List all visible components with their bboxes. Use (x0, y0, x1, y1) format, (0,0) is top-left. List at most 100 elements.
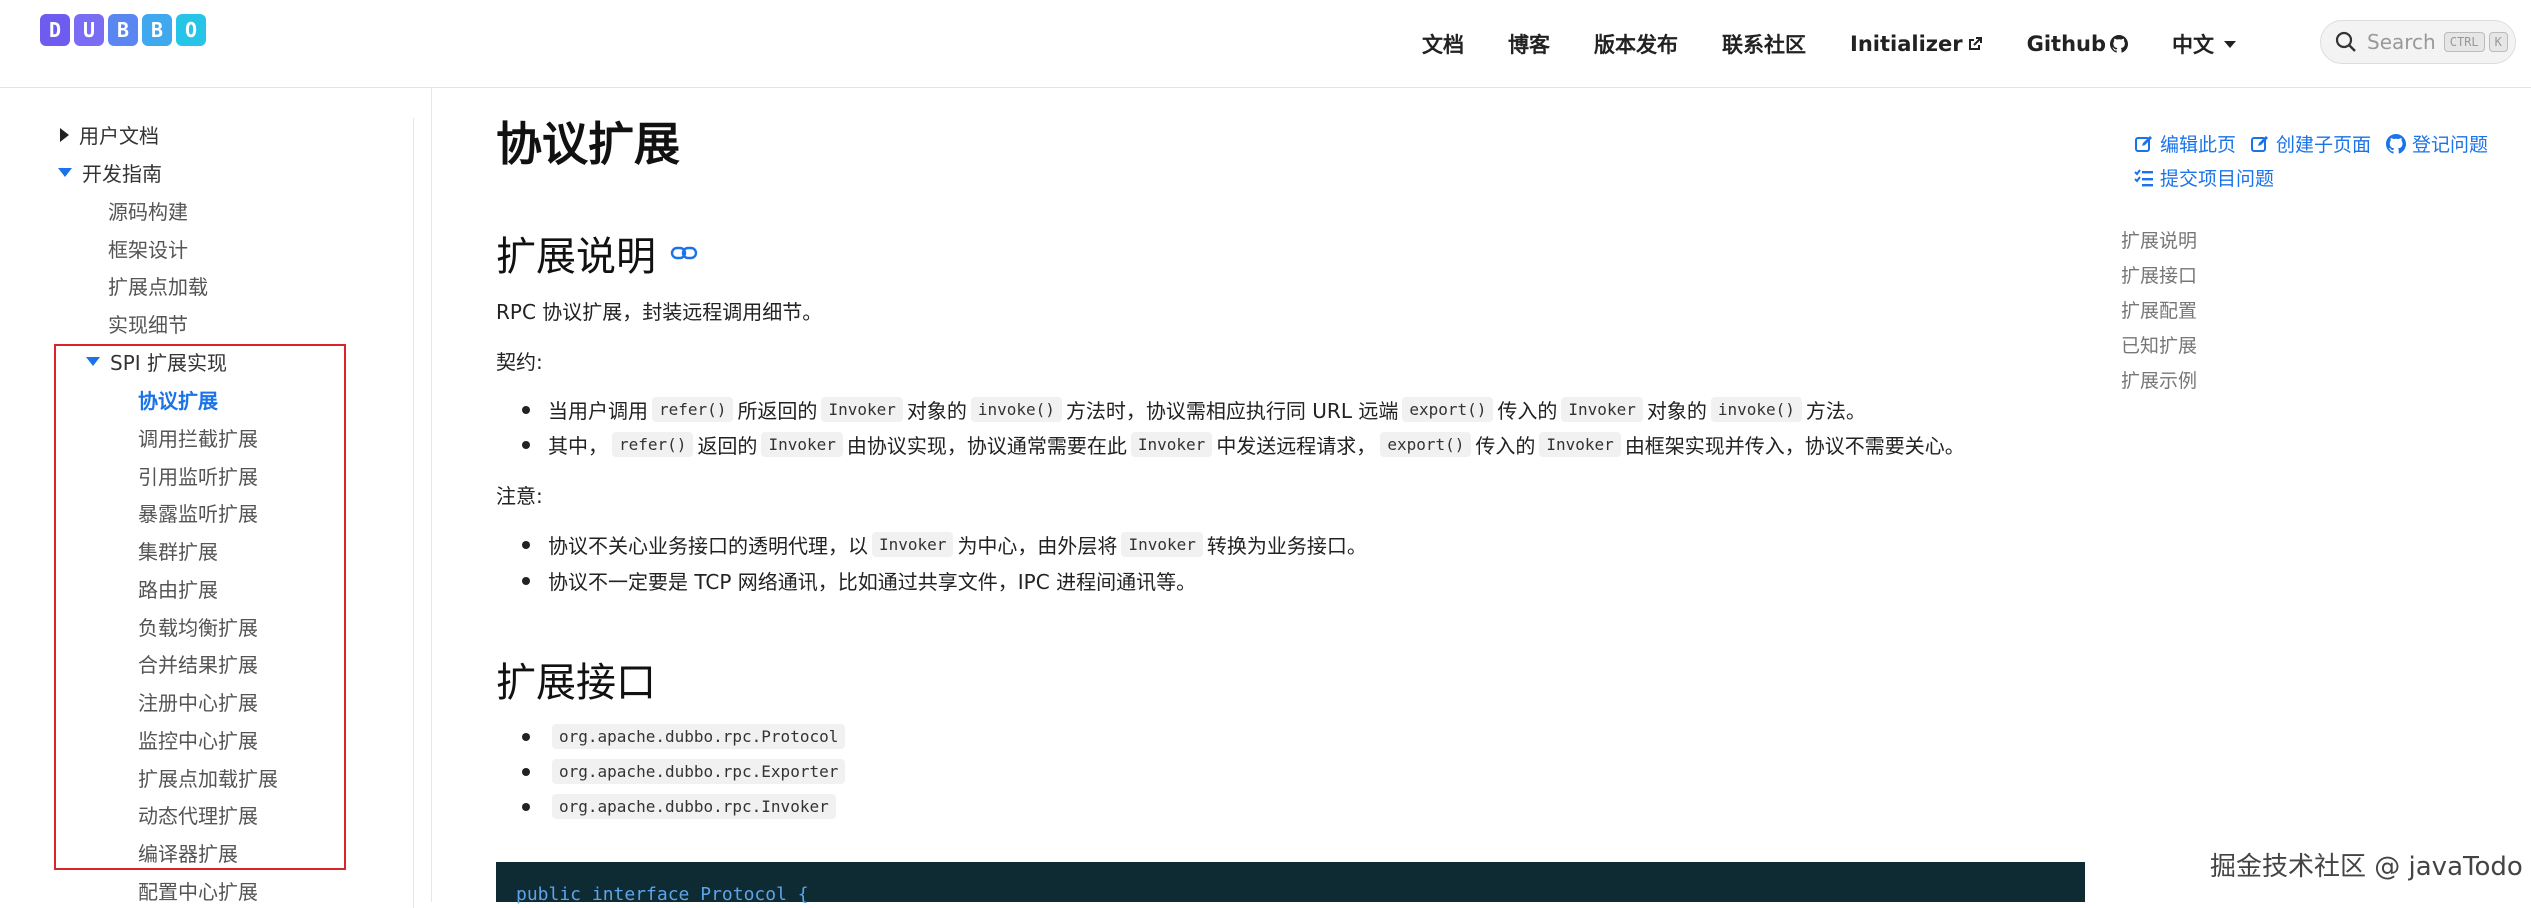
text: 转换为业务接口。 (1206, 534, 1367, 558)
inline-code: Invoker (821, 397, 903, 422)
sidebar-item-label: 框架设计 (108, 238, 188, 262)
text: 对象的 (906, 399, 967, 423)
bullet (522, 440, 530, 449)
text: 传入的 (1497, 399, 1558, 423)
bullet (522, 732, 530, 741)
list-item: 其中， refer() 返回的 Invoker 由协议实现，协议通常需要在此 I… (522, 430, 1965, 459)
sidebar-item-source-build[interactable]: 源码构建 (108, 196, 188, 225)
inline-code: export() (1402, 397, 1494, 422)
nav-label: Initializer (1850, 32, 1963, 56)
caret-down-icon (58, 168, 72, 177)
inline-code: refer() (612, 432, 694, 457)
sidebar-item-label: 用户文档 (79, 124, 159, 148)
text: 方法时，协议需相应执行同 URL 远端 (1065, 399, 1399, 423)
list-item: 协议不关心业务接口的透明代理，以 Invoker 为中心，由外层将 Invoke… (522, 530, 1367, 559)
text: 返回的 (697, 434, 758, 458)
inline-code: invoke() (970, 397, 1062, 422)
github-icon (2386, 133, 2406, 154)
caret-right-icon (60, 127, 69, 142)
nav-releases[interactable]: 版本发布 (1594, 29, 1678, 59)
inline-code: invoke() (1710, 397, 1802, 422)
nav-community[interactable]: 联系社区 (1722, 29, 1806, 59)
toc-item-interface[interactable]: 扩展接口 (2121, 261, 2197, 288)
inline-code: export() (1380, 432, 1472, 457)
bullet (522, 767, 530, 776)
action-label: 登记问题 (2412, 134, 2489, 156)
nav-language[interactable]: 中文 (2172, 29, 2236, 59)
sidebar-divider (413, 118, 414, 908)
edit-icon (2251, 135, 2268, 152)
inline-code: org.apache.dubbo.rpc.Invoker (552, 794, 836, 819)
text: 由协议实现，协议通常需要在此 (846, 434, 1127, 458)
nav-label: 博客 (1508, 33, 1550, 57)
github-icon (2110, 35, 2128, 53)
nav-blog[interactable]: 博客 (1508, 29, 1550, 59)
sidebar-item-config-center-ext[interactable]: 配置中心扩展 (138, 876, 258, 905)
tasks-icon (2134, 168, 2153, 186)
text: 对象的 (1646, 399, 1707, 423)
section-heading-interface: 扩展接口 (496, 650, 656, 708)
nav-label: 联系社区 (1722, 33, 1806, 57)
sidebar-item-label: 开发指南 (82, 162, 162, 186)
highlight-box (54, 344, 346, 870)
bullet (522, 576, 530, 585)
watermark: 掘金技术社区 @ javaTodo (2210, 852, 2523, 882)
list-item: org.apache.dubbo.rpc.Exporter (522, 759, 849, 784)
logo-letter: B (108, 14, 138, 46)
top-navbar: D U B B O 文档 博客 版本发布 联系社区 Initializer Gi… (0, 0, 2531, 88)
sidebar-item-user-docs[interactable]: 用户文档 (60, 120, 159, 149)
edit-page-link[interactable]: 编辑此页 (2134, 130, 2236, 157)
page-title: 协议扩展 (496, 117, 680, 171)
action-label: 提交项目问题 (2160, 168, 2275, 190)
anchor-link-icon[interactable] (670, 244, 698, 262)
inline-code: Invoker (872, 532, 954, 557)
toc-item-example[interactable]: 扩展示例 (2121, 366, 2197, 393)
list-item: 当用户调用 refer() 所返回的 Invoker 对象的 invoke() … (522, 395, 1866, 424)
sidebar-item-extension-loading[interactable]: 扩展点加载 (108, 271, 208, 300)
logo-letter: B (142, 14, 172, 46)
toc-item-known[interactable]: 已知扩展 (2121, 331, 2197, 358)
nav-label: 文档 (1422, 33, 1464, 57)
sidebar-item-label: 扩展点加载 (108, 275, 208, 299)
nav-initializer[interactable]: Initializer (1850, 32, 1983, 56)
nav-docs[interactable]: 文档 (1422, 29, 1464, 59)
search-box[interactable]: Search CTRL K (2320, 20, 2516, 64)
kbd-k: K (2488, 32, 2508, 52)
text: 中发送远程请求， (1216, 434, 1377, 458)
create-issue-link[interactable]: 登记问题 (2386, 130, 2488, 157)
inline-code: Invoker (1561, 397, 1643, 422)
edit-icon (2135, 135, 2152, 152)
list-item: org.apache.dubbo.rpc.Invoker (522, 794, 840, 819)
text: 协议不关心业务接口的透明代理，以 (548, 534, 868, 558)
desc-paragraph: RPC 协议扩展，封装远程调用细节。 (496, 300, 823, 324)
logo-letter: D (40, 14, 70, 46)
dubbo-logo[interactable]: D U B B O (40, 10, 206, 50)
action-label: 编辑此页 (2160, 134, 2237, 156)
sidebar-item-impl-details[interactable]: 实现细节 (108, 309, 188, 338)
toc-item-config[interactable]: 扩展配置 (2121, 296, 2197, 323)
text: 为中心，由外层将 (957, 534, 1118, 558)
inline-code: Invoker (1539, 432, 1621, 457)
inline-code: Invoker (761, 432, 843, 457)
bullet (522, 405, 530, 414)
sidebar-item-dev-guide[interactable]: 开发指南 (58, 158, 162, 187)
inline-code: refer() (652, 397, 734, 422)
search-icon (2335, 31, 2356, 52)
contract-label: 契约: (496, 350, 543, 374)
toc-item-desc[interactable]: 扩展说明 (2121, 226, 2197, 253)
create-child-page-link[interactable]: 创建子页面 (2250, 130, 2371, 157)
nav-github[interactable]: Github (2027, 32, 2128, 56)
sidebar-item-framework-design[interactable]: 框架设计 (108, 234, 188, 263)
inline-code: Invoker (1121, 532, 1203, 557)
nav-label: Github (2026, 32, 2106, 56)
main-nav: 文档 博客 版本发布 联系社区 Initializer Github 中文 (1400, 0, 2258, 88)
project-issue-link[interactable]: 提交项目问题 (2134, 164, 2274, 191)
inline-code: org.apache.dubbo.rpc.Exporter (552, 759, 846, 784)
section-heading-desc: 扩展说明 (496, 224, 698, 282)
text: 其中， (548, 434, 608, 458)
text: 所返回的 (737, 399, 818, 423)
text: 当用户调用 (548, 399, 648, 423)
bullet (522, 802, 530, 811)
list-item: 协议不一定要是 TCP 网络通讯，比如通过共享文件，IPC 进程间通讯等。 (522, 566, 1196, 595)
kbd-ctrl: CTRL (2443, 32, 2485, 52)
